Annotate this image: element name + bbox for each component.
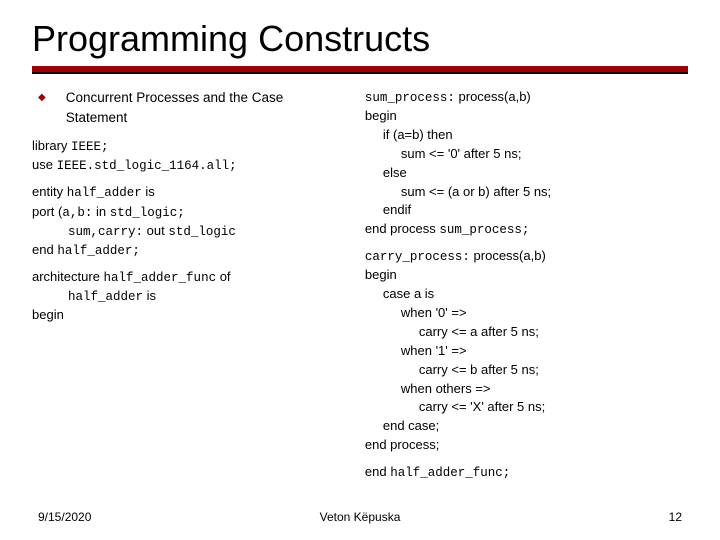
kw-of: of xyxy=(220,269,231,284)
kw-process2: process(a,b) xyxy=(474,248,546,263)
footer-author: Veton Këpuska xyxy=(253,510,468,524)
kw-arch: architecture xyxy=(32,269,100,284)
endcase-line: end case; xyxy=(383,418,439,433)
kw-end-arch: end xyxy=(365,464,387,479)
kw-out: out xyxy=(147,223,165,238)
footer-page: 12 xyxy=(467,510,682,524)
kw-is: is xyxy=(145,184,154,199)
sum-assign-or: sum <= (a or b) after 5 ns; xyxy=(401,184,551,199)
right-column: sum_process: process(a,b) begin if (a=b)… xyxy=(365,88,680,490)
carry-assign-x: carry <= 'X' after 5 ns; xyxy=(419,399,545,414)
content-area: ◆ Concurrent Processes and the Case Stat… xyxy=(32,88,688,490)
kw-end: end xyxy=(32,242,54,257)
end-arch-name: half_adder_func; xyxy=(390,466,510,480)
footer: 9/15/2020 Veton Këpuska 12 xyxy=(0,510,720,524)
kw-begin: begin xyxy=(32,307,64,322)
port-type1: std_logic; xyxy=(110,206,185,220)
entity-name: half_adder xyxy=(67,186,142,200)
case-line: case a is xyxy=(383,286,434,301)
end-entity: half_adder; xyxy=(57,244,140,258)
carry-assign-0: carry <= a after 5 ns; xyxy=(419,324,539,339)
kw-use: use xyxy=(32,157,53,172)
subtitle-text: Concurrent Processes and the Case Statem… xyxy=(66,88,347,127)
sum-process-block: sum_process: process(a,b) begin if (a=b)… xyxy=(365,88,680,239)
bullet-icon: ◆ xyxy=(38,91,46,106)
kw-begin1: begin xyxy=(365,108,397,123)
kw-is2: is xyxy=(147,288,156,303)
end-arch-block: end half_adder_func; xyxy=(365,463,680,482)
else-line: else xyxy=(383,165,407,180)
carry-process-block: carry_process: process(a,b) begin case a… xyxy=(365,247,680,455)
kw-endprocess2: end process; xyxy=(365,437,439,452)
code-use: IEEE.std_logic_1164.all; xyxy=(57,159,237,173)
kw-port: port ( xyxy=(32,204,62,219)
left-column: ◆ Concurrent Processes and the Case Stat… xyxy=(32,88,347,490)
kw-library: library xyxy=(32,138,67,153)
sum-process-label: sum_process: xyxy=(365,91,455,105)
when-others: when others => xyxy=(401,381,491,396)
bullet-item: ◆ Concurrent Processes and the Case Stat… xyxy=(32,88,347,127)
when-1: when '1' => xyxy=(401,343,467,358)
carry-assign-1: carry <= b after 5 ns; xyxy=(419,362,539,377)
title-rule xyxy=(32,66,688,74)
if-line: if (a=b) then xyxy=(383,127,453,142)
endif-line: endif xyxy=(383,202,411,217)
port-type2: std_logic xyxy=(168,225,236,239)
kw-begin2: begin xyxy=(365,267,397,282)
footer-date: 9/15/2020 xyxy=(38,510,253,524)
arch-name: half_adder_func xyxy=(104,271,217,285)
kw-entity: entity xyxy=(32,184,63,199)
kw-in: in xyxy=(96,204,106,219)
code-ieee: IEEE; xyxy=(71,140,109,154)
arch-block: architecture half_adder_func of half_add… xyxy=(32,268,347,325)
sum-assign-0: sum <= '0' after 5 ns; xyxy=(401,146,522,161)
carry-process-label: carry_process: xyxy=(365,250,470,264)
library-block: library IEEE; use IEEE.std_logic_1164.al… xyxy=(32,137,347,175)
port-sumcarry: sum,carry: xyxy=(68,225,143,239)
entity-block: entity half_adder is port (a,b: in std_l… xyxy=(32,183,347,260)
endprocess1-name: sum_process; xyxy=(439,223,529,237)
kw-process1: process(a,b) xyxy=(459,89,531,104)
kw-endprocess1: end process xyxy=(365,221,436,236)
arch-of-name: half_adder xyxy=(68,290,143,304)
slide-title: Programming Constructs xyxy=(32,18,688,60)
port-ab: a,b: xyxy=(62,206,92,220)
when-0: when '0' => xyxy=(401,305,467,320)
